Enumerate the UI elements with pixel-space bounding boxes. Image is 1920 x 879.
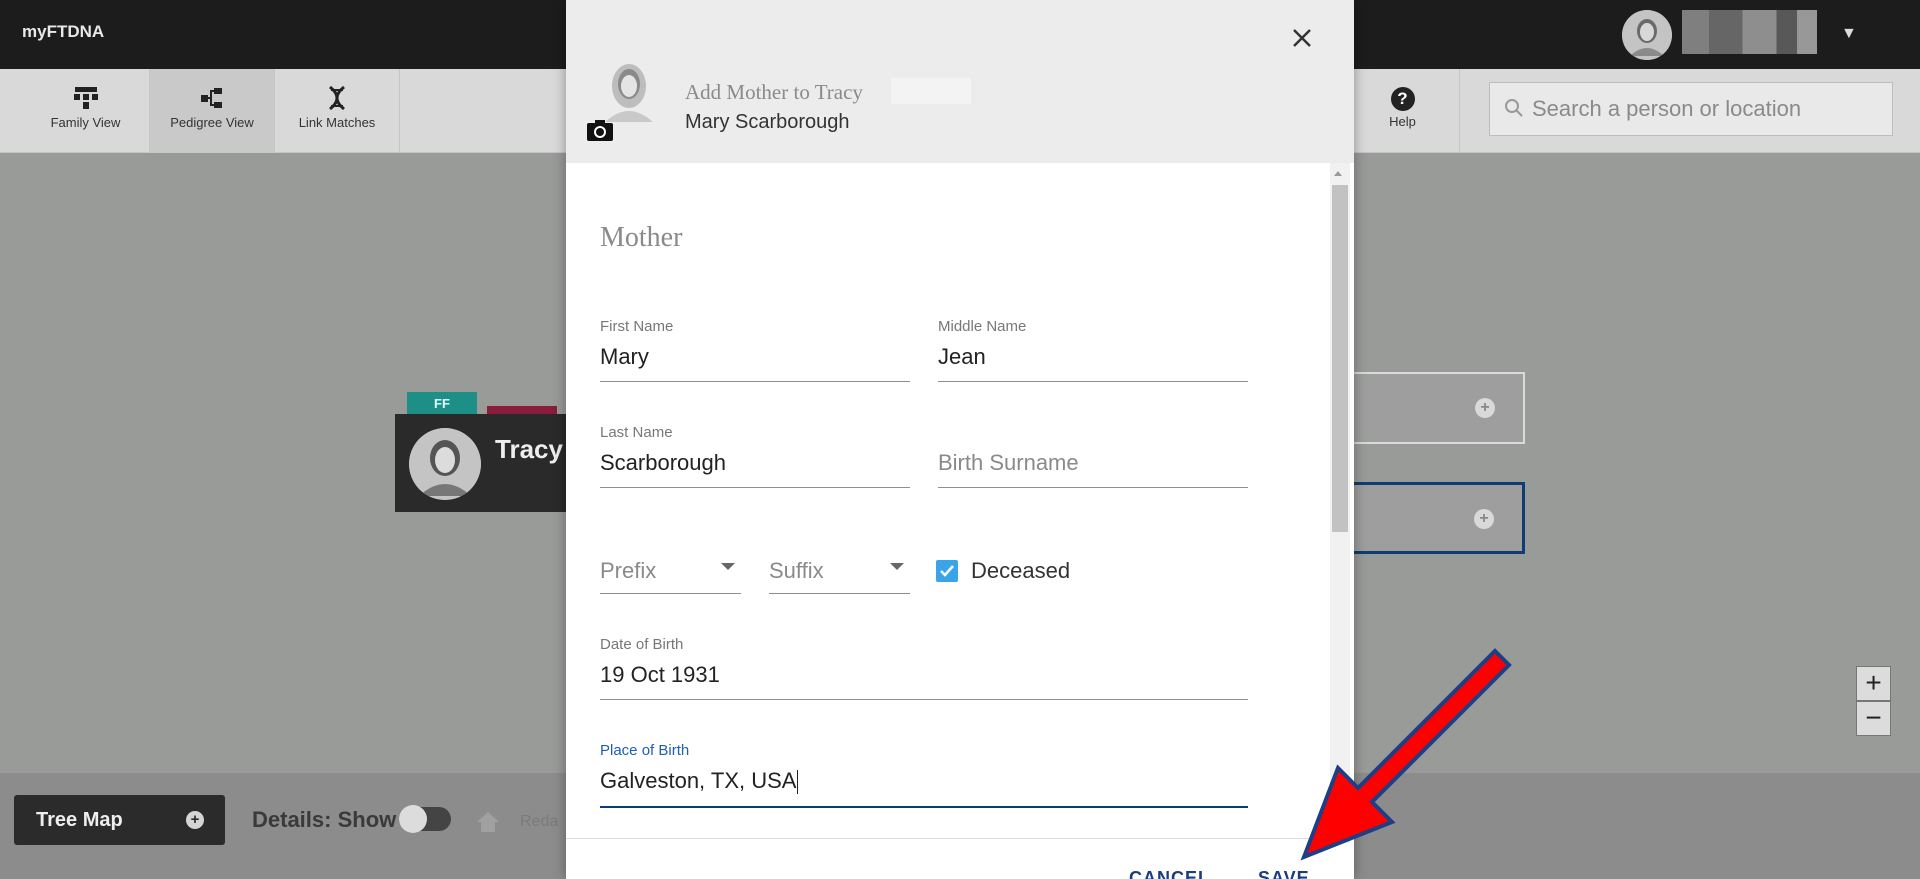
link-matches-label: Link Matches [298,115,376,130]
person-card-tracy[interactable]: Tracy [395,414,570,512]
search-box[interactable] [1489,82,1893,136]
add-person-icon[interactable]: + [1474,509,1494,529]
home-icon[interactable] [476,811,500,833]
prefix-select[interactable]: Prefix [600,532,741,594]
breadcrumb-text[interactable]: Reda [520,813,558,831]
search-input[interactable] [1532,93,1882,125]
scroll-up-arrow-icon[interactable] [1334,171,1342,176]
middle-name-input[interactable]: Jean [938,344,986,370]
suffix-select-value: Suffix [769,558,824,583]
suffix-select[interactable]: Suffix [769,532,910,594]
place-of-birth-field[interactable]: Place of Birth Galveston, TX, USA [600,742,1248,808]
middle-name-field[interactable]: Middle Name Jean [938,318,1248,382]
pedigree-node-mother[interactable]: + [1330,482,1525,554]
help-label: Help [1389,114,1416,129]
zoom-out-button[interactable]: − [1856,701,1891,736]
person-name: Tracy [495,434,563,464]
pedigree-icon [201,88,222,108]
dna-icon [329,85,345,111]
help-icon: ? [1390,87,1415,111]
dialog-header: Add Mother to Tracy Mary Scarborough [566,0,1354,163]
middle-name-label: Middle Name [938,318,1027,335]
brand-logo[interactable]: myFTDNA [22,22,104,42]
field-underline [938,487,1248,488]
field-underline [600,381,910,382]
place-of-birth-input[interactable]: Galveston, TX, USA [600,768,799,795]
first-name-label: First Name [600,318,674,335]
profile-avatar-icon[interactable] [602,62,656,124]
date-of-birth-input[interactable]: 19 Oct 1931 [600,662,720,688]
deceased-checkbox[interactable] [936,560,958,582]
place-of-birth-value: Galveston, TX, USA [600,768,797,793]
field-underline [769,593,910,594]
text-cursor [797,770,799,795]
person-avatar-icon [409,428,481,500]
annotation-arrow-icon [1300,648,1512,861]
search-icon [1505,99,1523,117]
family-view-label: Family View [50,115,121,130]
dialog-title: Add Mother to Tracy [685,80,863,104]
dialog-subtitle: Mary Scarborough [685,111,850,133]
last-name-field[interactable]: Last Name Scarborough [600,424,910,488]
last-name-input[interactable]: Scarborough [600,450,726,476]
pedigree-view-label: Pedigree View [170,115,254,130]
ff-badge: FF [407,392,477,416]
close-icon[interactable] [1288,24,1316,52]
toggle-knob [399,805,427,833]
user-avatar-icon[interactable] [1622,10,1672,60]
footer-divider [566,838,1354,839]
field-underline [600,699,1248,700]
plus-circle-icon: + [186,811,204,829]
help-button[interactable]: ? Help [1345,69,1460,153]
place-of-birth-label: Place of Birth [600,742,690,759]
redacted-name [891,78,971,104]
chevron-down-icon [890,563,904,570]
pedigree-view-button[interactable]: Pedigree View [150,69,275,153]
camera-icon[interactable] [586,118,614,142]
date-of-birth-label: Date of Birth [600,636,684,653]
deceased-label[interactable]: Deceased [971,558,1070,584]
field-underline [600,593,741,594]
save-button[interactable]: SAVE [1258,868,1310,879]
section-title: Mother [600,222,683,253]
last-name-label: Last Name [600,424,673,441]
link-matches-button[interactable]: Link Matches [275,69,400,153]
first-name-input[interactable]: Mary [600,344,649,370]
field-underline [938,381,1248,382]
family-view-button[interactable]: Family View [22,69,150,153]
field-underline [600,487,910,488]
checkmark-icon [940,565,954,577]
scrollbar-thumb[interactable] [1332,185,1348,532]
family-tree-icon [73,87,98,109]
cancel-button[interactable]: CANCEL [1129,868,1210,879]
add-person-icon[interactable]: + [1475,398,1495,418]
zoom-in-button[interactable]: + [1856,666,1891,701]
chevron-down-icon [721,563,735,570]
tree-map-label: Tree Map [36,809,123,831]
pedigree-node-father[interactable]: + [1330,372,1525,444]
birth-surname-input[interactable]: Birth Surname [938,450,1079,476]
add-mother-dialog: Add Mother to Tracy Mary Scarborough Mot… [566,0,1354,879]
date-of-birth-field[interactable]: Date of Birth 19 Oct 1931 [600,636,1248,700]
first-name-field[interactable]: First Name Mary [600,318,910,382]
tree-map-button[interactable]: Tree Map + [14,795,225,845]
details-toggle[interactable] [399,805,451,833]
field-underline-focused [600,806,1248,808]
user-name-redacted [1682,10,1817,54]
details-label: Details: Show [252,807,397,832]
prefix-select-value: Prefix [600,558,657,583]
birth-surname-field[interactable]: Birth Surname [938,424,1248,488]
user-menu-caret-icon[interactable]: ▼ [1841,25,1857,43]
